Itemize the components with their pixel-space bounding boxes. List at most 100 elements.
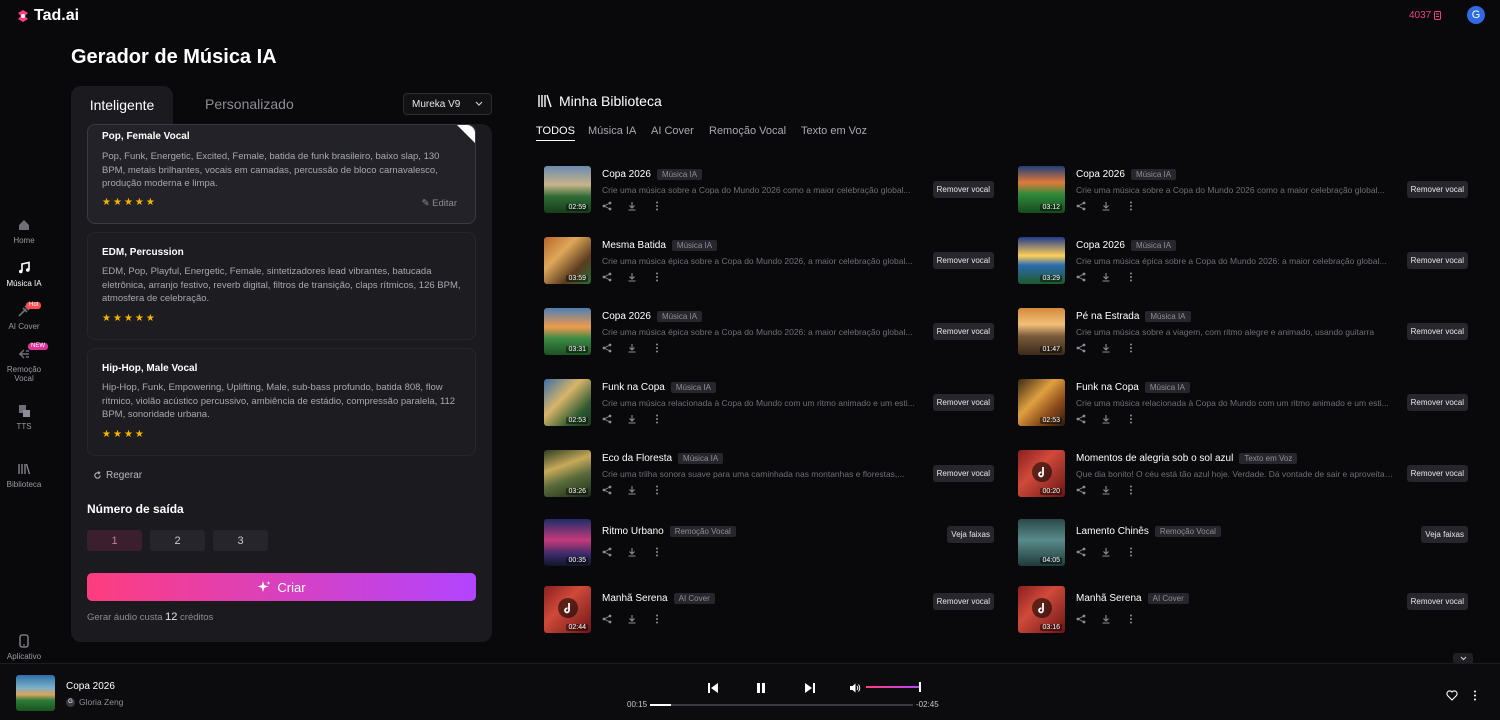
- next-button[interactable]: [804, 681, 816, 699]
- play-overlay-icon[interactable]: [558, 598, 578, 618]
- song-cover-image[interactable]: 02:53: [1018, 379, 1065, 426]
- more-options-button[interactable]: [652, 340, 662, 358]
- download-button[interactable]: [627, 198, 637, 216]
- create-button[interactable]: Criar: [87, 573, 476, 601]
- song-action-button[interactable]: Remover vocal: [932, 181, 994, 198]
- song-cover-image[interactable]: 03:59: [544, 237, 591, 284]
- more-options-button[interactable]: [652, 269, 662, 287]
- song-cover-image[interactable]: 02:53: [544, 379, 591, 426]
- song-action-button[interactable]: Remover vocal: [932, 465, 994, 482]
- song-item[interactable]: 00:35 Ritmo Urbano Remoção Vocal Veja faixa…: [544, 519, 994, 569]
- share-button[interactable]: [602, 482, 612, 500]
- song-item[interactable]: 03:29 Copa 2026 Música IA Crie uma música é…: [1018, 237, 1468, 287]
- song-title[interactable]: Copa 2026: [602, 311, 651, 322]
- song-item[interactable]: 02:44 Manhã Serena AI Cover Remover vocal: [544, 586, 994, 636]
- more-options-button[interactable]: [1126, 611, 1136, 629]
- player-track-title[interactable]: Copa 2026: [66, 681, 115, 692]
- song-item[interactable]: 02:59 Copa 2026 Música IA Crie uma música s…: [544, 166, 994, 216]
- download-button[interactable]: [627, 544, 637, 562]
- song-cover-image[interactable]: 02:44: [544, 586, 591, 633]
- more-options-button[interactable]: [1126, 482, 1136, 500]
- song-title[interactable]: Manhã Serena: [1076, 593, 1142, 604]
- nav-biblioteca[interactable]: Biblioteca: [0, 462, 48, 489]
- song-item[interactable]: 01:47 Pé na Estrada Música IA Crie uma músi…: [1018, 308, 1468, 358]
- share-button[interactable]: [1076, 544, 1086, 562]
- song-title[interactable]: Copa 2026: [1076, 240, 1125, 251]
- preset-card[interactable]: EDM, Percussion EDM, Pop, Playful, Energ…: [87, 232, 476, 340]
- favorite-button[interactable]: [1446, 688, 1458, 706]
- download-button[interactable]: [1101, 411, 1111, 429]
- song-action-button[interactable]: Remover vocal: [1406, 394, 1468, 411]
- more-options-button[interactable]: [652, 611, 662, 629]
- preset-card[interactable]: Hip-Hop, Male Vocal Hip-Hop, Funk, Empow…: [87, 348, 476, 456]
- share-button[interactable]: [1076, 340, 1086, 358]
- more-options-button[interactable]: [1126, 544, 1136, 562]
- song-title[interactable]: Ritmo Urbano: [602, 526, 664, 537]
- volume-slider-handle[interactable]: [919, 682, 921, 692]
- nav-remocao-vocal[interactable]: Remoção Vocal NEW: [0, 343, 48, 383]
- download-button[interactable]: [1101, 482, 1111, 500]
- song-item[interactable]: 04:05 Lamento Chinês Remoção Vocal Veja fai…: [1018, 519, 1468, 569]
- share-button[interactable]: [1076, 411, 1086, 429]
- song-action-button[interactable]: Remover vocal: [1406, 181, 1468, 198]
- more-options-button[interactable]: [1126, 198, 1136, 216]
- song-item[interactable]: 03:31 Copa 2026 Música IA Crie uma música é…: [544, 308, 994, 358]
- nav-home[interactable]: Home: [0, 218, 48, 245]
- tab-inteligente[interactable]: Inteligente: [71, 86, 173, 124]
- output-option-2[interactable]: 2: [150, 530, 205, 551]
- song-cover-image[interactable]: 00:20: [1018, 450, 1065, 497]
- volume-slider[interactable]: [866, 686, 921, 688]
- app-logo[interactable]: Tad.ai: [16, 7, 79, 25]
- song-cover-image[interactable]: 02:59: [544, 166, 591, 213]
- tab-todos[interactable]: TODOS: [536, 125, 575, 141]
- song-cover-image[interactable]: 03:16: [1018, 586, 1065, 633]
- song-title[interactable]: Mesma Batida: [602, 240, 666, 251]
- more-options-button[interactable]: [1473, 688, 1477, 706]
- song-action-button[interactable]: Remover vocal: [1406, 593, 1468, 610]
- song-item[interactable]: 03:26 Eco da Floresta Música IA Crie uma tr…: [544, 450, 994, 500]
- download-button[interactable]: [1101, 544, 1111, 562]
- download-button[interactable]: [627, 269, 637, 287]
- song-title[interactable]: Eco da Floresta: [602, 453, 672, 464]
- song-cover-image[interactable]: 01:47: [1018, 308, 1065, 355]
- nav-musica-ia[interactable]: Música IA: [0, 261, 48, 288]
- progress-bar[interactable]: [650, 704, 913, 706]
- more-options-button[interactable]: [1126, 269, 1136, 287]
- edit-button[interactable]: ✎ Editar: [422, 198, 457, 209]
- output-option-3[interactable]: 3: [213, 530, 268, 551]
- more-options-button[interactable]: [1126, 340, 1136, 358]
- song-item[interactable]: 02:53 Funk na Copa Música IA Crie uma músic…: [1018, 379, 1468, 429]
- download-button[interactable]: [1101, 611, 1111, 629]
- nav-tts[interactable]: TTS: [0, 404, 48, 431]
- share-button[interactable]: [602, 269, 612, 287]
- song-action-button[interactable]: Remover vocal: [1406, 252, 1468, 269]
- song-title[interactable]: Copa 2026: [1076, 169, 1125, 180]
- more-options-button[interactable]: [1126, 411, 1136, 429]
- share-button[interactable]: [1076, 482, 1086, 500]
- download-button[interactable]: [1101, 269, 1111, 287]
- song-cover-image[interactable]: 04:05: [1018, 519, 1065, 566]
- share-button[interactable]: [1076, 198, 1086, 216]
- share-button[interactable]: [1076, 269, 1086, 287]
- tab-personalizado[interactable]: Personalizado: [205, 96, 294, 112]
- more-options-button[interactable]: [652, 198, 662, 216]
- download-button[interactable]: [627, 340, 637, 358]
- share-button[interactable]: [602, 411, 612, 429]
- song-cover-image[interactable]: 03:12: [1018, 166, 1065, 213]
- regenerate-button[interactable]: Regerar: [93, 470, 142, 481]
- song-action-button[interactable]: Veja faixas: [947, 526, 994, 543]
- song-title[interactable]: Copa 2026: [602, 169, 651, 180]
- song-item[interactable]: 00:20 Momentos de alegria sob o sol azul T…: [1018, 450, 1468, 500]
- song-cover-image[interactable]: 00:35: [544, 519, 591, 566]
- tab-musica-ia[interactable]: Música IA: [588, 125, 636, 137]
- more-options-button[interactable]: [652, 482, 662, 500]
- download-button[interactable]: [627, 611, 637, 629]
- credits-display[interactable]: 4037: [1409, 10, 1442, 21]
- download-button[interactable]: [1101, 340, 1111, 358]
- play-overlay-icon[interactable]: [1032, 598, 1052, 618]
- song-action-button[interactable]: Remover vocal: [1406, 465, 1468, 482]
- nav-ai-cover[interactable]: AI Cover Hot: [0, 302, 48, 331]
- tab-ai-cover[interactable]: AI Cover: [651, 125, 694, 137]
- share-button[interactable]: [602, 611, 612, 629]
- song-item[interactable]: 02:53 Funk na Copa Música IA Crie uma músic…: [544, 379, 994, 429]
